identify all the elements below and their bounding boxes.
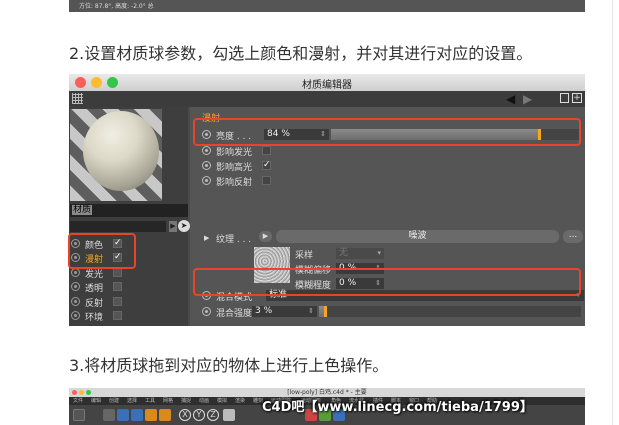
radio-icon <box>71 311 80 320</box>
page-scrollbar-edge <box>612 0 613 425</box>
channel-checkbox[interactable] <box>113 282 122 291</box>
rotate-icon[interactable] <box>145 409 157 421</box>
mix-strength-input[interactable]: 3 % ⇕ <box>252 306 317 317</box>
step-3-instruction: 3.将材质球拖到对应的物体上进行上色操作。 <box>69 356 389 375</box>
menu-item[interactable]: 文件 <box>73 397 83 405</box>
mix-strength-row: 混合强度 3 % ⇕ <box>202 305 582 319</box>
brightness-highlight <box>193 118 581 146</box>
status-text: 方位: 87.8°, 高度: -2.0° 总 <box>79 3 154 10</box>
menu-item[interactable]: 网格 <box>163 397 173 405</box>
back-arrow-icon[interactable]: ◀ <box>506 92 515 106</box>
coordinate-icon[interactable] <box>223 409 235 421</box>
dropdown-arrow-icon: ▾ <box>377 249 381 257</box>
menu-item[interactable]: 捕捉 <box>181 397 191 405</box>
radio-icon <box>202 161 211 170</box>
lock-icon[interactable] <box>560 93 569 103</box>
affect-reflection-checkbox[interactable] <box>262 176 271 185</box>
affect-reflection-row: 影响反射 <box>202 174 322 188</box>
channel-label: 透明 <box>85 284 104 294</box>
menu-item[interactable]: 渲染 <box>235 397 245 405</box>
channel-panel: 材质 ▶ ➤ 颜色 ✓ 漫射 ✓ 发光 透明 反射 环境 <box>69 107 190 326</box>
x-axis-icon[interactable]: X <box>179 409 191 421</box>
channel-reflectance[interactable]: 反射 <box>71 295 188 309</box>
radio-icon <box>202 176 211 185</box>
channel-label: 反射 <box>85 299 104 309</box>
texture-label: 纹理 . . . <box>216 235 252 245</box>
menu-item[interactable]: 选择 <box>127 397 137 405</box>
more-button[interactable]: ... <box>563 230 583 243</box>
menu-item[interactable]: 模拟 <box>217 397 227 405</box>
add-icon[interactable] <box>159 409 171 421</box>
channels-highlight <box>68 233 136 269</box>
window-title: 材质编辑器 <box>302 80 352 91</box>
sampling-select[interactable]: 无 ▾ <box>336 248 384 259</box>
affect-specular-label: 影响高光 <box>216 163 253 173</box>
material-subname-field[interactable] <box>70 221 166 232</box>
radio-icon <box>71 297 80 306</box>
scale-icon[interactable] <box>131 409 143 421</box>
watermark-text: C4D吧【www.linecg.com/tieba/1799】 <box>262 400 533 415</box>
texture-menu-button[interactable]: ▶ <box>259 231 272 242</box>
affect-specular-row: 影响高光 ✓ <box>202 159 322 173</box>
sampling-label: 采样 <box>295 251 314 261</box>
channel-environment[interactable]: 环境 <box>71 309 188 323</box>
editor-toolbar: ◀ ▶ + <box>69 91 585 107</box>
radio-icon <box>71 268 80 277</box>
expand-triangle-icon[interactable]: ▶ <box>204 234 209 242</box>
menu-item[interactable]: 动画 <box>199 397 209 405</box>
radio-icon <box>71 282 80 291</box>
mix-strength-highlight <box>193 268 581 296</box>
channel-checkbox[interactable] <box>113 311 122 320</box>
y-axis-icon[interactable]: Y <box>193 409 205 421</box>
play-icon[interactable]: ▶ <box>169 221 177 232</box>
channel-transparency[interactable]: 透明 <box>71 280 188 294</box>
affect-luminance-checkbox[interactable] <box>262 146 271 155</box>
material-name-text: 材质 <box>72 205 93 215</box>
channel-checkbox[interactable] <box>113 297 122 306</box>
z-axis-icon[interactable]: Z <box>207 409 219 421</box>
shader-button[interactable]: 噪波 <box>276 230 559 243</box>
material-preview[interactable] <box>70 109 162 201</box>
grid-menu-icon[interactable] <box>72 93 83 104</box>
move-icon[interactable] <box>117 409 129 421</box>
sampling-value: 无 <box>339 248 349 258</box>
mix-strength-slider[interactable] <box>319 306 581 317</box>
menu-item[interactable]: 创建 <box>109 397 119 405</box>
stepper-icon[interactable]: ⇕ <box>308 306 314 317</box>
menu-item[interactable]: 工具 <box>145 397 155 405</box>
material-sphere <box>83 111 159 191</box>
radio-icon <box>202 146 211 155</box>
affect-reflection-label: 影响反射 <box>216 178 253 188</box>
radio-icon <box>202 307 211 316</box>
step-2-instruction: 2.设置材质球参数，勾选上颜色和漫射，并对其进行对应的设置。 <box>69 44 533 63</box>
pick-arrow-icon[interactable]: ➤ <box>178 220 190 232</box>
mix-strength-label: 混合强度 <box>216 309 253 319</box>
affect-specular-checkbox[interactable]: ✓ <box>262 161 271 170</box>
previous-screenshot-strip: 方位: 87.8°, 高度: -2.0° 总 <box>69 0 585 12</box>
channel-checkbox[interactable] <box>113 268 122 277</box>
affect-luminance-row: 影响发光 <box>202 144 322 158</box>
affect-luminance-label: 影响发光 <box>216 148 253 158</box>
channel-label: 环境 <box>85 313 104 323</box>
title-bar: 材质编辑器 <box>69 74 585 91</box>
undo-icon[interactable] <box>73 409 85 421</box>
material-name-field[interactable]: 材质 <box>70 204 188 217</box>
mix-strength-value: 3 % <box>255 306 273 316</box>
slider-knob[interactable] <box>324 306 327 317</box>
menu-item[interactable]: 编辑 <box>91 397 101 405</box>
new-window-icon[interactable]: + <box>572 93 582 103</box>
select-icon[interactable] <box>103 409 115 421</box>
forward-arrow-icon[interactable]: ▶ <box>523 92 532 106</box>
